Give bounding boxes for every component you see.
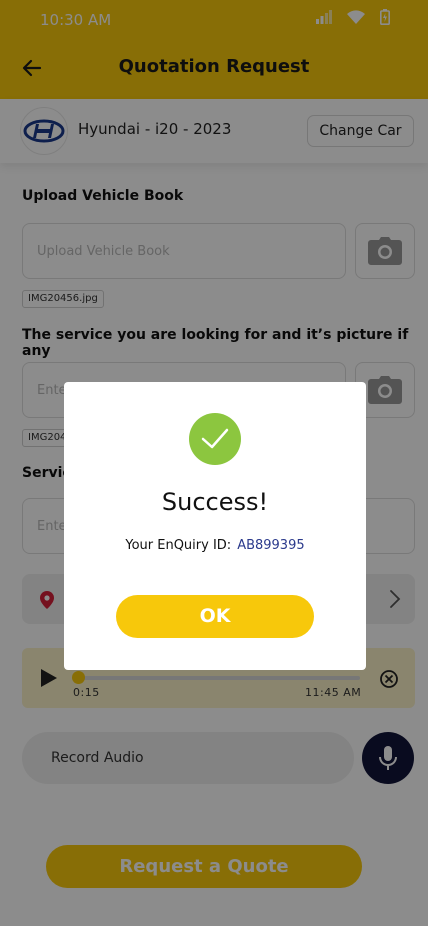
ok-button[interactable]: OK [116,595,314,638]
enquiry-line: Your EnQuiry ID: AB899395 [64,538,366,553]
enquiry-id: AB899395 [237,538,305,553]
dialog-title: Success! [161,488,269,516]
enquiry-label: Your EnQuiry ID: [125,538,232,553]
success-dialog: Success! Your EnQuiry ID: AB899395 OK [64,382,366,670]
success-check-icon [189,413,241,465]
